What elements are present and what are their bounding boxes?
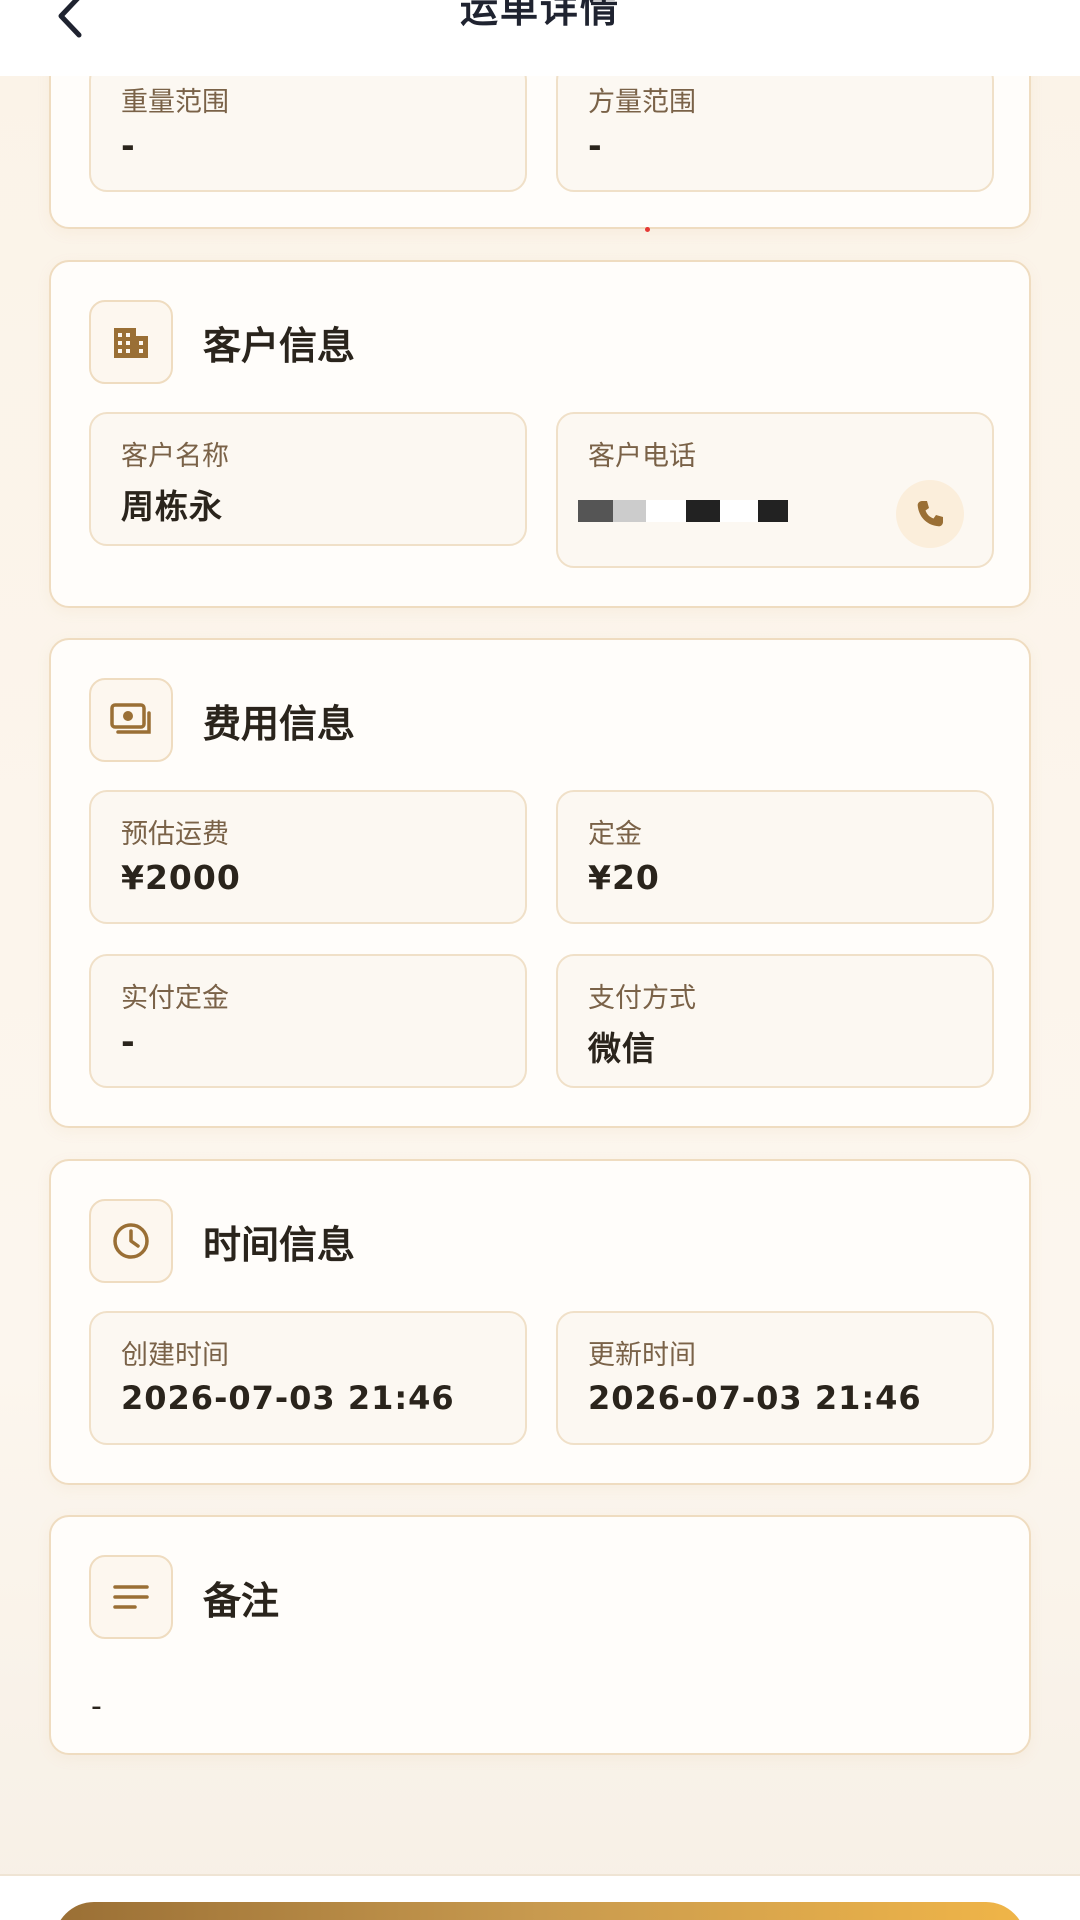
time-info-title: 时间信息 (203, 1222, 356, 1267)
volume-range-value: - (588, 126, 603, 165)
building-icon (89, 300, 173, 384)
top-nav-bar: 运单详情 (0, 0, 1080, 76)
customer-phone-field: 客户电话 (556, 412, 994, 568)
payment-method-label: 支付方式 (588, 983, 696, 1014)
fee-info-header: 费用信息 (89, 678, 355, 762)
weight-range-field: 重量范围 - (89, 62, 527, 192)
paid-deposit-field: 实付定金 - (89, 954, 527, 1088)
volume-range-field: 方量范围 - (556, 62, 994, 192)
customer-name-label: 客户名称 (121, 441, 229, 472)
created-time-field: 创建时间 2026-07-03 21:46 (89, 1311, 527, 1445)
weight-range-value: - (121, 126, 136, 165)
deposit-label: 定金 (588, 819, 642, 850)
time-info-card: 时间信息 创建时间 2026-07-03 21:46 更新时间 2026-07-… (49, 1159, 1031, 1485)
volume-range-label: 方量范围 (588, 87, 696, 118)
updated-time-field: 更新时间 2026-07-03 21:46 (556, 1311, 994, 1445)
notes-icon (89, 1555, 173, 1639)
customer-name-field: 客户名称 周栋永 (89, 412, 527, 546)
page-title: 运单详情 (459, 0, 620, 31)
customer-phone-value (578, 494, 838, 534)
payment-method-value: 微信 (588, 1029, 656, 1068)
notes-header: 备注 (89, 1555, 279, 1639)
weight-range-label: 重量范围 (121, 87, 229, 118)
paid-deposit-label: 实付定金 (121, 983, 229, 1014)
fee-info-title: 费用信息 (203, 701, 356, 746)
call-button[interactable] (896, 480, 964, 548)
estimated-fee-value: ¥2000 (121, 858, 241, 897)
customer-info-title: 客户信息 (203, 323, 356, 368)
estimated-fee-label: 预估运费 (121, 819, 229, 850)
customer-phone-label: 客户电话 (588, 441, 696, 472)
notes-value: - (91, 1689, 102, 1724)
indicator-dot (645, 227, 650, 232)
updated-time-value: 2026-07-03 21:46 (588, 1379, 922, 1417)
page: 运单详情 重量范围 - 方量范围 - 客户信息 客户名称 周栋永 客户电话 费用… (0, 0, 1080, 1920)
money-icon (89, 678, 173, 762)
phone-icon (917, 501, 943, 527)
primary-action-button[interactable] (54, 1902, 1026, 1920)
created-time-label: 创建时间 (121, 1340, 229, 1371)
notes-card: 备注 - (49, 1515, 1031, 1755)
fee-info-card: 费用信息 预估运费 ¥2000 定金 ¥20 实付定金 - 支付方式 微信 (49, 638, 1031, 1128)
estimated-fee-field: 预估运费 ¥2000 (89, 790, 527, 924)
deposit-value: ¥20 (588, 858, 660, 897)
updated-time-label: 更新时间 (588, 1340, 696, 1371)
payment-method-field: 支付方式 微信 (556, 954, 994, 1088)
time-info-header: 时间信息 (89, 1199, 355, 1283)
notes-title: 备注 (203, 1578, 280, 1623)
bottom-action-bar (0, 1874, 1080, 1920)
customer-info-header: 客户信息 (89, 300, 355, 384)
customer-info-card: 客户信息 客户名称 周栋永 客户电话 (49, 260, 1031, 608)
paid-deposit-value: - (121, 1022, 136, 1061)
deposit-field: 定金 ¥20 (556, 790, 994, 924)
created-time-value: 2026-07-03 21:46 (121, 1379, 455, 1417)
customer-name-value: 周栋永 (121, 487, 223, 526)
redaction-mark (578, 500, 788, 522)
clock-icon (89, 1199, 173, 1283)
